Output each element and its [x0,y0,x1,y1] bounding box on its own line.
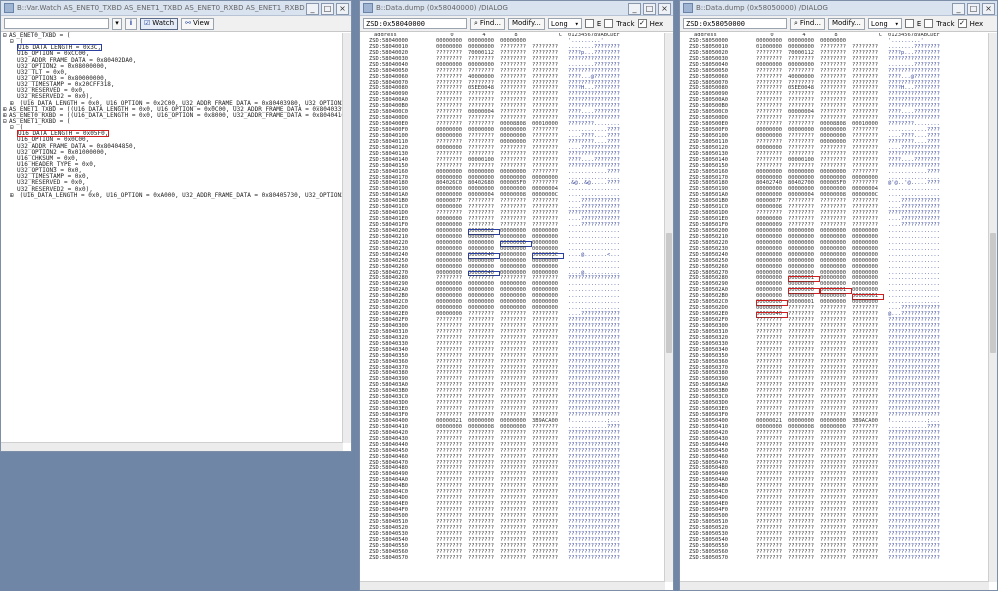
dump2-e-label: E [916,19,922,28]
watch-tree-line[interactable]: ⊞ (U16_DATA_LENGTH = 0x0, U16_OPTION = 0… [3,191,345,199]
dump1-e-checkbox[interactable] [584,19,594,28]
maximize-button[interactable]: □ [967,3,980,15]
dump1-titlebar: B::Data.dump (0x58040000) /DIALOG _ □ × [360,1,673,16]
dump2-track-label: Track [936,19,955,28]
dump-row[interactable]: ZSD:58040570????????????????????????????… [360,554,665,562]
info-button[interactable]: i [125,17,137,30]
dump-window-2: B::Data.dump (0x58050000) /DIALOG _ □ × … [679,0,998,591]
dump2-address-input[interactable]: ZSD:0x58050000 [683,18,787,29]
dump1-find-label: Find... [479,19,501,27]
dump-word-cell[interactable]: ???????? [756,555,788,562]
minimize-button[interactable]: _ [952,3,965,15]
dump1-scroll-thumb[interactable] [666,233,672,353]
dump1-modify-button[interactable]: Modify... [507,17,545,30]
app-icon [683,3,693,13]
dump-word-cell[interactable]: ???????? [852,555,884,562]
dump1-vertical-scrollbar[interactable] [664,33,673,582]
dump2-scroll-thumb[interactable] [990,233,996,353]
dump1-address-input[interactable]: ZSD:0x58040000 [363,18,467,29]
dump-word-cell[interactable]: ???????? [788,555,820,562]
dump1-e-label: E [596,19,602,28]
watch-toolbar: ▾ i ☑ Watch ⚯ View [1,16,351,32]
dump-row-ascii: ???????????????? [568,554,620,561]
dump2-vertical-scrollbar[interactable] [988,33,997,582]
dump1-rows: ZSD:58040000 00000000 00000000 00000000 '...… [360,38,665,562]
dump-word-cell[interactable]: ???????? [532,555,564,562]
dump1-width-value: Long [550,20,568,28]
dump1-toolbar: ZSD:0x58040000 ⌕ Find... Modify... Long ▾… [360,16,673,32]
minimize-button[interactable]: _ [628,3,641,15]
dump-row[interactable]: ZSD:58050570????????????????????????????… [680,554,989,562]
dropdown-button[interactable]: ▾ [112,17,122,30]
chevron-down-icon: ▾ [894,20,899,28]
dump-word-cell[interactable]: ???????? [468,555,500,562]
dump-word-cell[interactable]: ???????? [500,555,532,562]
close-button[interactable]: × [982,3,995,15]
dump2-find-label: Find... [799,19,821,27]
dump2-modify-label: Modify... [831,19,861,27]
binoculars-icon: ⌕ [474,19,478,27]
dump2-hex-checkbox[interactable]: ✓ [957,19,967,28]
dump2-table: address 0 4 8 C 0123456789ABCDEF ZSD:580… [680,33,989,582]
watch-vertical-scrollbar[interactable] [342,33,351,443]
dump2-horizontal-scrollbar[interactable] [680,581,989,590]
watch-window: B::Var.Watch AS_ENET0_TXBD AS_ENET1_TXBD… [0,0,352,452]
dump-row-address: ZSD:58040570 [369,554,408,561]
dump-window-1: B::Data.dump (0x58040000) /DIALOG _ □ × … [359,0,674,591]
dump1-modify-label: Modify... [511,19,541,27]
dump-word-cell[interactable]: ???????? [436,555,468,562]
dump1-hex-checkbox[interactable]: ✓ [637,19,647,28]
dump2-rows: ZSD:58050000 00000000 00000000 00000000 '...… [680,38,989,562]
watch-button-label: Watch [152,19,175,27]
watch-button[interactable]: ☑ Watch [140,17,179,30]
dump1-track-checkbox[interactable] [604,19,614,28]
app-icon [363,3,373,13]
dump2-find-button[interactable]: ⌕ Find... [790,17,825,30]
dump1-track-label: Track [616,19,635,28]
dump2-title: B::Data.dump (0x58050000) /DIALOG [696,4,828,12]
dump-row-address: ZSD:58050570 [689,554,728,561]
minimize-button[interactable]: _ [306,3,319,15]
view-button-label: View [192,19,210,27]
watch-icon: ☑ [144,19,151,27]
binoculars-icon: ⌕ [794,19,798,27]
dump2-width-select[interactable]: Long ▾ [867,18,902,29]
dump1-hex-label: Hex [649,19,664,28]
dump1-table: address 0 4 8 C 0123456789ABCDEF ZSD:580… [360,33,665,582]
watch-tree-text: (U16_DATA_LENGTH = 0x0, U16_OPTION = 0xA… [16,191,345,199]
dump1-width-select[interactable]: Long ▾ [547,18,582,29]
maximize-button[interactable]: □ [643,3,656,15]
chevron-down-icon: ▾ [574,20,579,28]
dump-row-ascii: ???????????????? [888,554,940,561]
close-button[interactable]: × [336,3,349,15]
dump1-horizontal-scrollbar[interactable] [360,581,665,590]
close-button[interactable]: × [658,3,671,15]
dump1-find-button[interactable]: ⌕ Find... [470,17,505,30]
view-button[interactable]: ⚯ View [181,17,214,30]
dump1-title: B::Data.dump (0x58040000) /DIALOG [376,4,508,12]
dump2-e-checkbox[interactable] [904,19,914,28]
dump2-track-checkbox[interactable] [924,19,934,28]
dump2-width-value: Long [870,20,888,28]
watch-tree: ⊟ AS_ENET0_TXBD = (⊟ ( U16_DATA_LENGTH = … [1,32,345,443]
dump-word-cell[interactable]: ???????? [820,555,852,562]
maximize-button[interactable]: □ [321,3,334,15]
app-icon [4,3,14,13]
watch-title: B::Var.Watch AS_ENET0_TXBD AS_ENET1_TXBD… [17,4,305,12]
dump2-toolbar: ZSD:0x58050000 ⌕ Find... Modify... Long ▾… [680,16,997,32]
watch-horizontal-scrollbar[interactable] [1,442,343,451]
dump2-titlebar: B::Data.dump (0x58050000) /DIALOG _ □ × [680,1,997,16]
dump2-hex-label: Hex [969,19,984,28]
view-icon: ⚯ [185,19,191,27]
watch-expression-input[interactable] [4,18,109,29]
watch-titlebar: B::Var.Watch AS_ENET0_TXBD AS_ENET1_TXBD… [1,1,351,16]
dump2-modify-button[interactable]: Modify... [827,17,865,30]
